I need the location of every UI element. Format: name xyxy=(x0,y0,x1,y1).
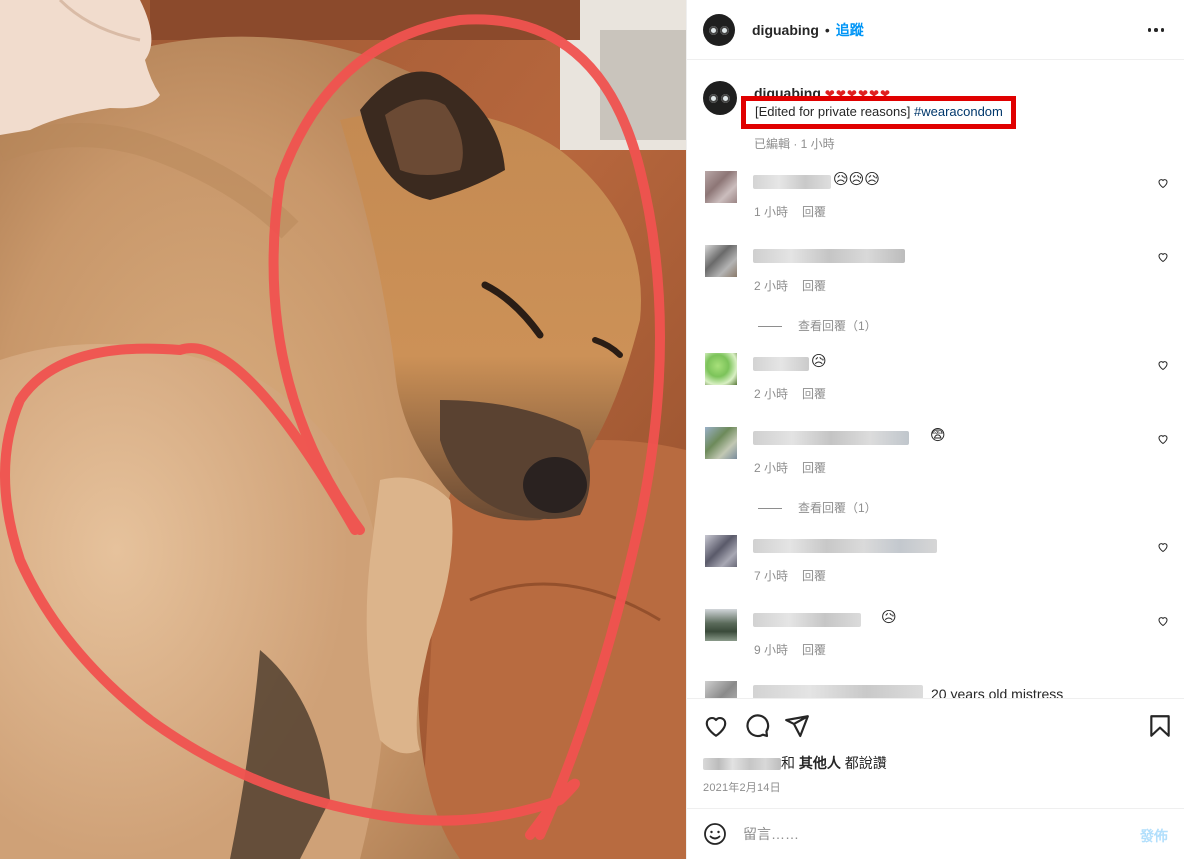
post-detail-panel: diguabing • 追蹤 diguabing ❤❤❤❤❤❤ [Edited … xyxy=(686,0,1184,859)
likes-summary[interactable]: 和 其他人 都說讚 xyxy=(703,753,887,773)
author-username[interactable]: diguabing xyxy=(752,22,819,38)
comment-time: 2 小時 xyxy=(754,279,789,293)
replies-line xyxy=(758,508,782,510)
commenter-avatar[interactable] xyxy=(705,427,737,459)
comment-meta: 9 小時 回覆 xyxy=(754,641,826,658)
bookmark-icon[interactable] xyxy=(1147,713,1173,739)
highlighted-caption-text: [Edited for private reasons] #wearacondo… xyxy=(741,96,1016,129)
comment-text: 😨 xyxy=(930,427,946,444)
view-replies-label[interactable]: 查看回覆（1） xyxy=(798,319,877,333)
comment-icon[interactable] xyxy=(744,713,770,739)
liker-username-blurred[interactable] xyxy=(703,758,781,771)
reply-button[interactable]: 回覆 xyxy=(802,205,826,219)
dog-photo-image xyxy=(0,0,686,859)
reply-button[interactable]: 回覆 xyxy=(802,643,826,657)
comment-time: 2 小時 xyxy=(754,461,789,475)
post-photo[interactable] xyxy=(0,0,686,859)
caption-text: [Edited for private reasons] xyxy=(755,104,911,119)
comment-meta: 2 小時 回覆 xyxy=(754,385,826,402)
caption-meta: 已編輯 · 1 小時 xyxy=(754,137,835,151)
comment-input[interactable] xyxy=(743,823,1123,845)
commenter-username-blurred[interactable] xyxy=(753,685,923,698)
commenter-avatar[interactable] xyxy=(705,535,737,567)
comment-time: 7 小時 xyxy=(754,569,789,583)
comment-meta: 2 小時 回覆 xyxy=(754,277,826,294)
comment-time: 2 小時 xyxy=(754,387,789,401)
comment-heart-icon[interactable] xyxy=(1157,615,1169,627)
reply-button[interactable]: 回覆 xyxy=(802,569,826,583)
reply-button[interactable]: 回覆 xyxy=(802,279,826,293)
commenter-avatar[interactable] xyxy=(705,353,737,385)
comment-heart-icon[interactable] xyxy=(1157,177,1169,189)
commenter-avatar[interactable] xyxy=(705,245,737,277)
commenter-username-blurred[interactable] xyxy=(753,613,861,627)
commenter-username-blurred[interactable] xyxy=(753,175,831,189)
comment-heart-icon[interactable] xyxy=(1157,541,1169,553)
add-comment-bar: 發佈 xyxy=(687,808,1184,859)
header-separator: • xyxy=(824,21,830,38)
reply-button[interactable]: 回覆 xyxy=(802,461,826,475)
author-avatar[interactable] xyxy=(703,13,735,46)
view-replies-label[interactable]: 查看回覆（1） xyxy=(798,501,877,515)
comment-time: 9 小時 xyxy=(754,643,789,657)
comment-text: 😥 xyxy=(881,609,897,626)
view-replies-button[interactable]: 查看回覆（1） xyxy=(758,317,877,334)
reply-button[interactable]: 回覆 xyxy=(802,387,826,401)
comment-heart-icon[interactable] xyxy=(1157,433,1169,445)
commenter-avatar[interactable] xyxy=(705,609,737,641)
commenter-username-blurred[interactable] xyxy=(753,539,937,553)
caption-avatar[interactable] xyxy=(703,81,737,115)
comment-heart-icon[interactable] xyxy=(1157,251,1169,263)
smiley-icon[interactable] xyxy=(703,822,727,846)
likes-joiner: 和 xyxy=(781,755,795,771)
post-actions: 和 其他人 都說讚 2021年2月14日 xyxy=(687,698,1184,808)
post-comment-button[interactable]: 發佈 xyxy=(1140,826,1168,846)
comment-text: 😥 xyxy=(811,353,827,370)
follow-button[interactable]: 追蹤 xyxy=(836,20,864,40)
comment-time: 1 小時 xyxy=(754,205,789,219)
comment-text: 😥😥😥 xyxy=(833,171,880,188)
comment-meta: 1 小時 回覆 xyxy=(754,203,826,220)
view-replies-button[interactable]: 查看回覆（1） xyxy=(758,499,877,516)
replies-line xyxy=(758,326,782,328)
post-caption: diguabing ❤❤❤❤❤❤ [Edited for private rea… xyxy=(703,81,1163,181)
comment-meta: 2 小時 回覆 xyxy=(754,459,826,476)
comments-list[interactable]: diguabing ❤❤❤❤❤❤ [Edited for private rea… xyxy=(687,61,1184,698)
comment-heart-icon[interactable] xyxy=(1157,359,1169,371)
post-header: diguabing • 追蹤 xyxy=(687,0,1184,60)
heart-icon[interactable] xyxy=(703,713,729,739)
commenter-username-blurred[interactable] xyxy=(753,357,809,371)
likes-others[interactable]: 其他人 xyxy=(799,755,841,771)
more-horizontal-icon[interactable] xyxy=(1144,20,1168,40)
paper-plane-icon[interactable] xyxy=(784,713,810,739)
commenter-username-blurred[interactable] xyxy=(753,431,909,445)
comment-meta: 7 小時 回覆 xyxy=(754,567,826,584)
commenter-avatar[interactable] xyxy=(705,681,737,698)
commenter-avatar[interactable] xyxy=(705,171,737,203)
likes-suffix: 都說讚 xyxy=(844,755,887,771)
caption-hashtag[interactable]: #wearacondom xyxy=(914,104,1003,119)
commenter-username-blurred[interactable] xyxy=(753,249,905,263)
partial-comment-text: 20 years old mistress xyxy=(931,686,1064,698)
post-date[interactable]: 2021年2月14日 xyxy=(703,779,781,795)
